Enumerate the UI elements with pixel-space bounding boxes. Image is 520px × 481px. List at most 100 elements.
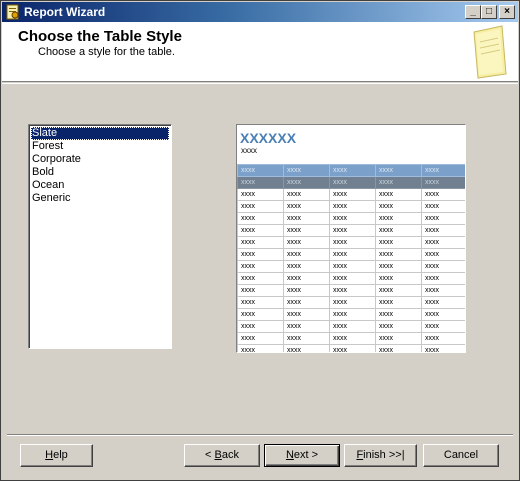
preview-cell: xxxx — [283, 284, 330, 297]
preview-cell: xxxx — [421, 212, 465, 225]
preview-cell: xxxx — [283, 164, 330, 177]
preview-cell: xxxx — [421, 344, 465, 352]
preview-cell: xxxx — [237, 296, 284, 309]
preview-cell: xxxx — [283, 332, 330, 345]
preview-row: xxxx xxxx xxxx xxxx xxxx — [237, 224, 465, 237]
preview-cell: xxxx — [283, 200, 330, 213]
preview-cell: xxxx — [237, 212, 284, 225]
preview-cell: xxxx — [329, 248, 376, 261]
preview-cell: xxxx — [375, 164, 422, 177]
preview-cell: xxxx — [421, 248, 465, 261]
preview-cell: xxxx — [421, 224, 465, 237]
preview-cell: xxxx — [375, 284, 422, 297]
preview-group-row: xxxx xxxx xxxx xxxx xxxx — [237, 176, 465, 189]
preview-cell: xxxx — [329, 200, 376, 213]
preview-cell: xxxx — [421, 164, 465, 177]
preview-cell: xxxx — [329, 332, 376, 345]
style-option-corporate[interactable]: Corporate — [31, 153, 169, 166]
style-option-ocean[interactable]: Ocean — [31, 179, 169, 192]
preview-cell: xxxx — [421, 296, 465, 309]
preview-cell: xxxx — [329, 164, 376, 177]
cancel-button[interactable]: Cancel — [423, 444, 499, 467]
preview-row: xxxx xxxx xxxx xxxx xxxx — [237, 296, 465, 309]
help-button[interactable]: Help — [20, 444, 93, 467]
preview-cell: xxxx — [237, 176, 284, 189]
preview-cell: xxxx — [329, 176, 376, 189]
preview-cell: xxxx — [375, 344, 422, 352]
preview-row: xxxx xxxx xxxx xxxx xxxx — [237, 188, 465, 201]
minimize-button[interactable]: _ — [465, 5, 481, 19]
preview-cell: xxxx — [237, 272, 284, 285]
report-wizard-window: Report Wizard _ □ × Choose the Table Sty… — [0, 0, 520, 481]
report-wizard-icon — [6, 4, 19, 20]
preview-cell: xxxx — [283, 272, 330, 285]
close-button[interactable]: × — [499, 5, 515, 19]
style-option-slate[interactable]: Slate — [31, 127, 169, 140]
table-style-list[interactable]: Slate Forest Corporate Bold Ocean Generic — [28, 124, 172, 349]
preview-cell: xxxx — [283, 320, 330, 333]
preview-cell: xxxx — [375, 320, 422, 333]
preview-cell: xxxx — [237, 164, 284, 177]
preview-cell: xxxx — [237, 248, 284, 261]
preview-cell: xxxx — [329, 344, 376, 352]
preview-cell: xxxx — [375, 332, 422, 345]
preview-cell: xxxx — [421, 200, 465, 213]
finish-button[interactable]: Finish >>| — [344, 444, 417, 467]
preview-cell: xxxx — [375, 188, 422, 201]
preview-cell: xxxx — [283, 212, 330, 225]
style-option-bold[interactable]: Bold — [31, 166, 169, 179]
preview-row: xxxx xxxx xxxx xxxx xxxx — [237, 284, 465, 297]
preview-cell: xxxx — [283, 308, 330, 321]
preview-cell: xxxx — [329, 260, 376, 273]
title-bar[interactable]: Report Wizard _ □ × — [2, 2, 518, 22]
preview-cell: xxxx — [421, 284, 465, 297]
preview-row: xxxx xxxx xxxx xxxx xxxx — [237, 308, 465, 321]
page-subtitle: Choose a style for the table. — [38, 46, 175, 58]
preview-cell: xxxx — [375, 236, 422, 249]
preview-cell: xxxx — [237, 332, 284, 345]
wizard-header: Choose the Table Style Choose a style fo… — [2, 22, 518, 82]
preview-cell: xxxx — [283, 176, 330, 189]
preview-cell: xxxx — [329, 272, 376, 285]
notepad-icon — [473, 25, 507, 79]
preview-row: xxxx xxxx xxxx xxxx xxxx — [237, 344, 465, 352]
preview-cell: xxxx — [283, 260, 330, 273]
preview-cell: xxxx — [375, 308, 422, 321]
preview-cell: xxxx — [329, 320, 376, 333]
preview-cell: xxxx — [421, 176, 465, 189]
preview-cell: xxxx — [237, 260, 284, 273]
preview-cell: xxxx — [375, 224, 422, 237]
next-button[interactable]: Next > — [264, 444, 340, 467]
preview-row: xxxx xxxx xxxx xxxx xxxx — [237, 200, 465, 213]
preview-cell: xxxx — [375, 212, 422, 225]
preview-cell: xxxx — [329, 236, 376, 249]
preview-cell: xxxx — [421, 320, 465, 333]
preview-cell: xxxx — [375, 260, 422, 273]
preview-cell: xxxx — [375, 296, 422, 309]
preview-cell: xxxx — [283, 188, 330, 201]
page-title: Choose the Table Style — [18, 28, 182, 45]
preview-cell: xxxx — [237, 188, 284, 201]
preview-cell: xxxx — [375, 176, 422, 189]
preview-cell: xxxx — [329, 296, 376, 309]
preview-row: xxxx xxxx xxxx xxxx xxxx — [237, 248, 465, 261]
back-button[interactable]: < Back — [184, 444, 260, 467]
preview-cell: xxxx — [421, 236, 465, 249]
preview-header-row: xxxx xxxx xxxx xxxx xxxx — [237, 164, 465, 177]
preview-row: xxxx xxxx xxxx xxxx xxxx — [237, 212, 465, 225]
preview-cell: xxxx — [375, 272, 422, 285]
preview-cell: xxxx — [329, 308, 376, 321]
preview-cell: xxxx — [421, 260, 465, 273]
style-option-generic[interactable]: Generic — [31, 192, 169, 205]
table-style-preview: XXXXXX xxxx xxxx xxxx xxxx xxxx xxxx xxxx xxxx… — [236, 124, 466, 353]
preview-row: xxxx xxxx xxxx xxxx xxxx — [237, 272, 465, 285]
preview-cell: xxxx — [283, 296, 330, 309]
style-option-forest[interactable]: Forest — [31, 140, 169, 153]
preview-cell: xxxx — [329, 212, 376, 225]
preview-cell: xxxx — [283, 236, 330, 249]
preview-row: xxxx xxxx xxxx xxxx xxxx — [237, 260, 465, 273]
preview-cell: xxxx — [421, 188, 465, 201]
maximize-button[interactable]: □ — [481, 5, 497, 19]
preview-row: xxxx xxxx xxxx xxxx xxxx — [237, 320, 465, 333]
preview-cell: xxxx — [329, 188, 376, 201]
